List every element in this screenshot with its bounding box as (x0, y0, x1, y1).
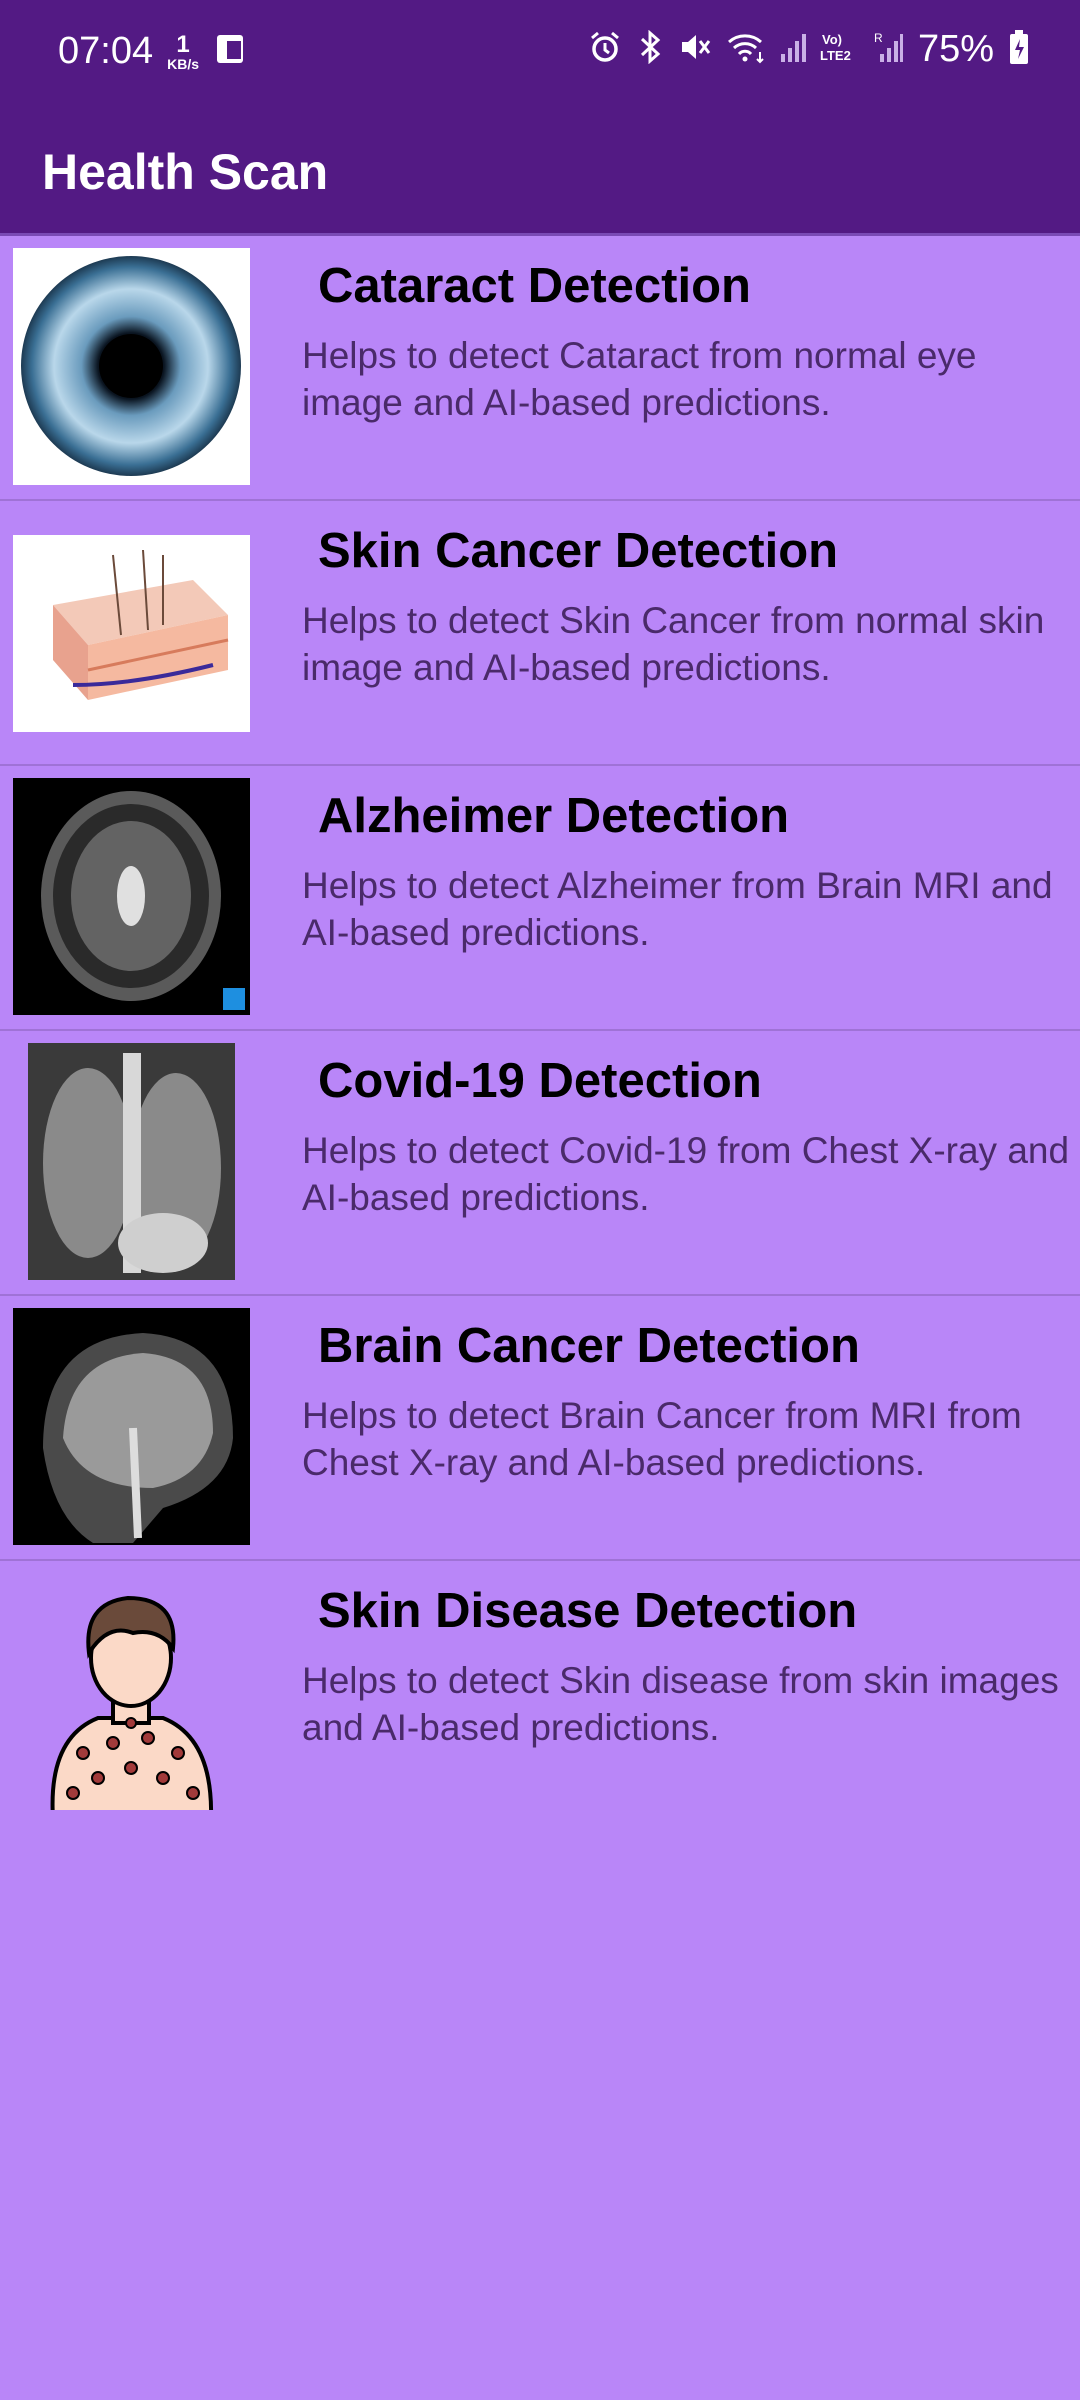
item-description: Helps to detect Alzheimer from Brain MRI… (302, 865, 1053, 953)
list-item-brain-cancer[interactable]: Brain Cancer Detection Helps to detect B… (0, 1296, 1080, 1561)
item-description: Helps to detect Skin Cancer from normal … (302, 600, 1045, 688)
wifi-icon (726, 30, 766, 69)
battery-percent: 75% (917, 28, 994, 70)
list-item-skin-cancer[interactable]: Skin Cancer Detection Helps to detect Sk… (0, 501, 1080, 766)
eye-iris-image (13, 248, 250, 485)
item-title: Brain Cancer Detection (318, 1319, 860, 1373)
mute-icon (678, 30, 712, 69)
item-description: Helps to detect Cataract from normal eye… (302, 335, 977, 423)
svg-text:LTE2: LTE2 (820, 48, 851, 63)
signal-icon-1 (780, 30, 806, 69)
item-title: Cataract Detection (318, 259, 751, 313)
svg-text:Vo): Vo) (822, 32, 842, 47)
list-item-skin-disease[interactable]: Skin Disease Detection Helps to detect S… (0, 1561, 1080, 1826)
item-description: Helps to detect Brain Cancer from MRI fr… (302, 1395, 1022, 1483)
brain-mri-axial-image (13, 778, 250, 1015)
bluetooth-icon (636, 29, 664, 69)
list-item-alzheimer[interactable]: Alzheimer Detection Helps to detect Alzh… (0, 766, 1080, 1031)
signal-icon-2: R (874, 30, 904, 69)
brain-mri-sagittal-image (13, 1308, 250, 1545)
detection-list: Cataract Detection Helps to detect Catar… (0, 236, 1080, 1826)
alarm-icon (588, 30, 622, 69)
net-speed-value: 1 (176, 30, 190, 58)
status-bar: 07:04 1 KB/s Vo) LTE2 R 75% (0, 0, 1080, 110)
net-speed: 1 KB/s (167, 30, 199, 72)
list-item-covid[interactable]: Covid-19 Detection Helps to detect Covid… (0, 1031, 1080, 1296)
device-icon (213, 31, 249, 72)
net-speed-unit: KB/s (167, 55, 199, 72)
person-rash-illustration (13, 1573, 250, 1810)
item-description: Helps to detect Covid-19 from Chest X-ra… (302, 1130, 1070, 1218)
volte-icon: Vo) LTE2 (820, 30, 860, 69)
item-title: Alzheimer Detection (318, 789, 790, 843)
status-time: 07:04 (58, 30, 154, 72)
battery-charging-icon (1008, 29, 1030, 70)
item-description: Helps to detect Skin disease from skin i… (302, 1660, 1059, 1748)
item-title: Skin Cancer Detection (318, 524, 839, 578)
skin-layers-image (13, 535, 250, 732)
list-item-cataract[interactable]: Cataract Detection Helps to detect Catar… (0, 236, 1080, 501)
svg-text:R: R (874, 31, 883, 45)
app-title: Health Scan (42, 143, 329, 200)
item-title: Skin Disease Detection (318, 1584, 858, 1638)
app-bar: Health Scan (0, 110, 1080, 236)
item-title: Covid-19 Detection (318, 1054, 762, 1108)
chest-xray-image (28, 1043, 235, 1280)
